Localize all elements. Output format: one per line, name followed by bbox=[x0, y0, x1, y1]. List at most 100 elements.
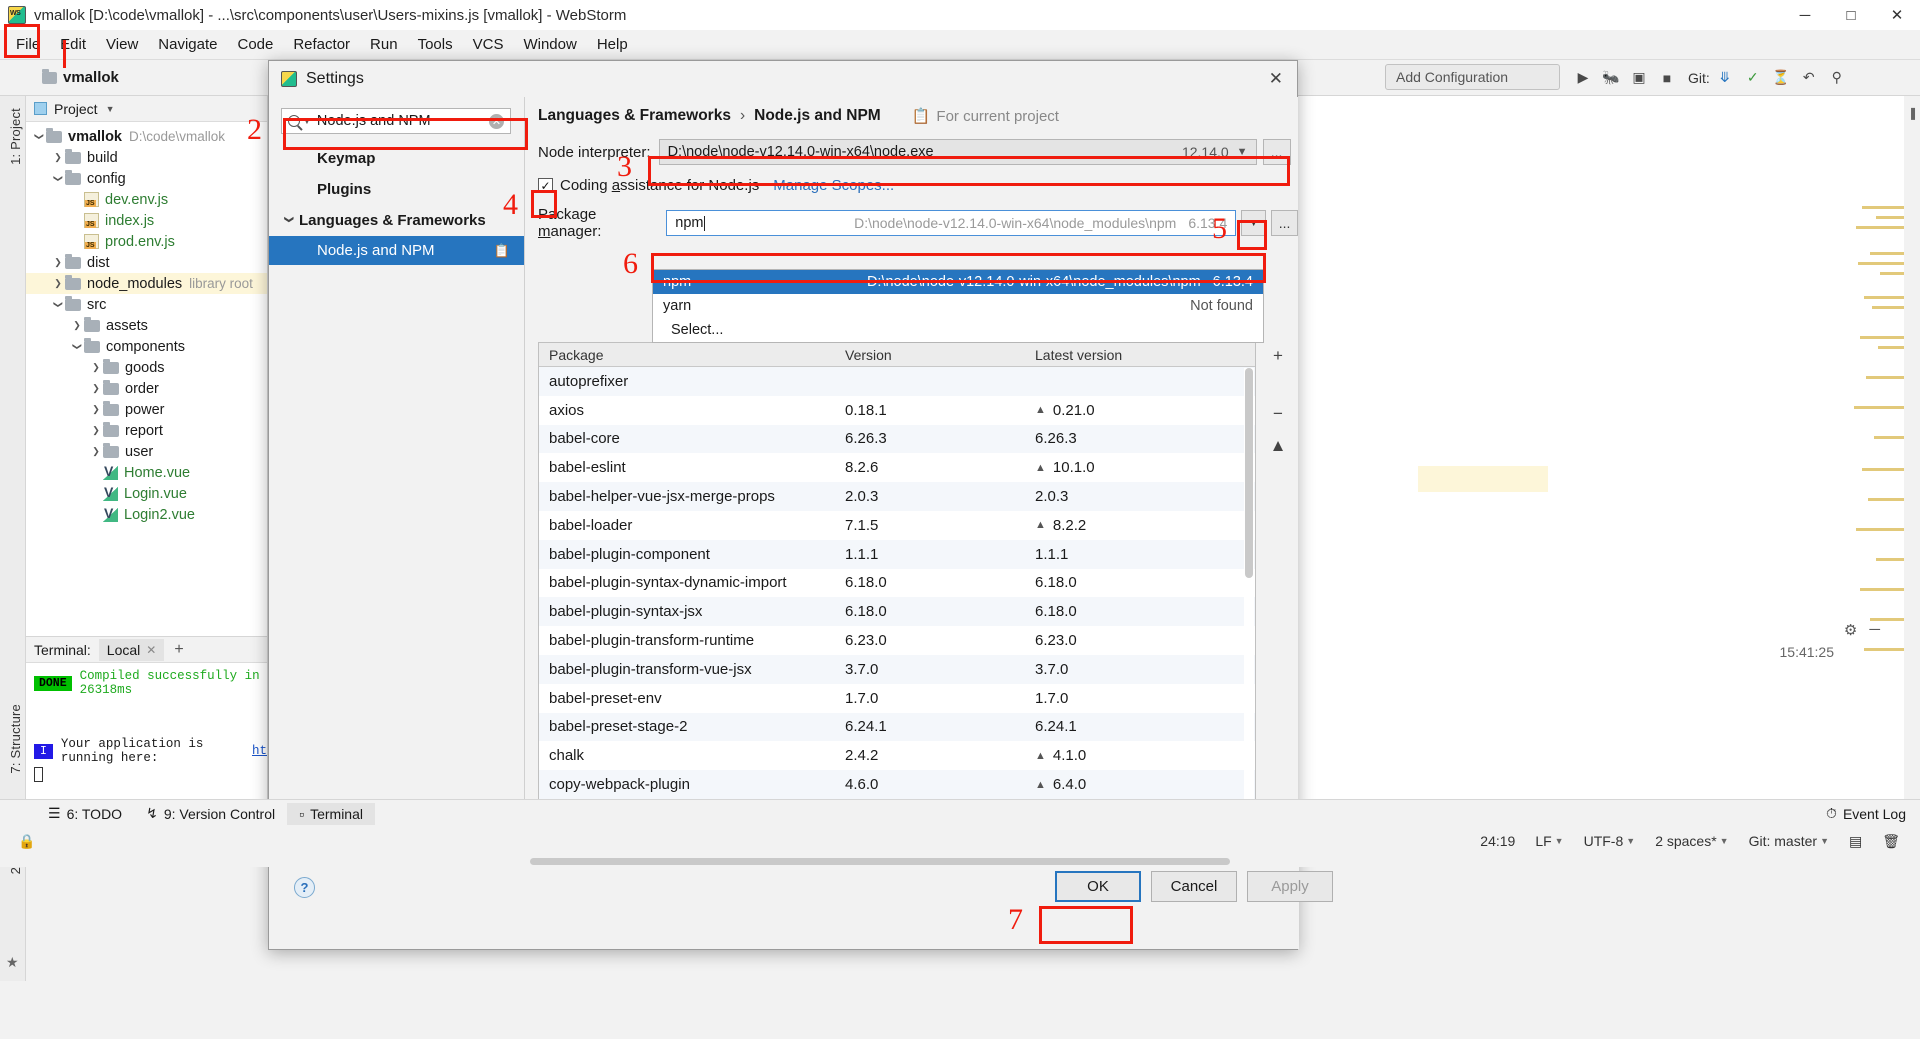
tree-node[interactable]: prod.env.js bbox=[26, 231, 267, 252]
table-row[interactable]: chalk 2.4.2 ▲ 4.1.0 bbox=[539, 741, 1255, 770]
search-everywhere-icon[interactable]: ⚲ bbox=[1824, 65, 1850, 91]
node-interpreter-browse-button[interactable]: ... bbox=[1262, 139, 1291, 165]
minimize-button[interactable]: ─ bbox=[1782, 0, 1828, 30]
project-breadcrumb[interactable]: vmallok bbox=[42, 68, 119, 86]
terminal-output[interactable]: DONE Compiled successfully in 26318ms I … bbox=[26, 663, 267, 786]
dropdown-option-yarn[interactable]: yarn Not found bbox=[653, 294, 1263, 318]
table-row[interactable]: babel-plugin-component 1.1.1 1.1.1 bbox=[539, 539, 1255, 569]
table-row[interactable]: babel-plugin-syntax-dynamic-import 6.18.0… bbox=[539, 569, 1255, 598]
menu-view[interactable]: View bbox=[96, 33, 148, 56]
menu-code[interactable]: Code bbox=[227, 33, 283, 56]
run-configuration-selector[interactable]: Add Configuration bbox=[1385, 64, 1560, 90]
table-row[interactable]: babel-plugin-transform-runtime 6.23.0 6.23… bbox=[539, 626, 1255, 655]
coverage-icon[interactable]: ▣ bbox=[1626, 65, 1652, 91]
chevron-down-icon[interactable] bbox=[51, 173, 65, 184]
debug-icon[interactable]: 🐜 bbox=[1598, 65, 1624, 91]
tree-node[interactable]: dev.env.js bbox=[26, 189, 267, 210]
remove-package-button[interactable]: − bbox=[1264, 400, 1292, 428]
gear-icon[interactable]: ⚙ bbox=[1844, 621, 1857, 639]
dropdown-option-select[interactable]: Select... bbox=[653, 318, 1263, 342]
table-row[interactable]: babel-plugin-transform-vue-jsx 3.7.0 3.7.0 bbox=[539, 654, 1255, 684]
memory-indicator-icon[interactable]: ▤ bbox=[1839, 833, 1872, 850]
file-encoding[interactable]: UTF-8 ▼ bbox=[1574, 833, 1646, 849]
chevron-right-icon[interactable] bbox=[89, 362, 103, 373]
close-button[interactable]: ✕ bbox=[1874, 0, 1920, 30]
update-project-icon[interactable]: ⤋ bbox=[1712, 65, 1738, 91]
stop-icon[interactable]: ■ bbox=[1654, 65, 1680, 91]
upgrade-package-button[interactable]: ▲ bbox=[1264, 432, 1292, 460]
horizontal-scrollbar[interactable] bbox=[0, 855, 1920, 867]
git-branch-widget[interactable]: Git: master ▼ bbox=[1739, 833, 1839, 849]
chevron-down-icon[interactable]: ❯ bbox=[283, 216, 294, 224]
maximize-button[interactable]: □ bbox=[1828, 0, 1874, 30]
bottom-tab-version-control[interactable]: ↯ 9: Version Control bbox=[134, 802, 287, 825]
tree-node[interactable]: build bbox=[26, 147, 267, 168]
chevron-down-icon[interactable] bbox=[70, 341, 84, 352]
column-header-version[interactable]: Version bbox=[835, 343, 1025, 366]
chevron-right-icon[interactable] bbox=[89, 425, 103, 436]
rail-tab-structure[interactable]: 7: Structure bbox=[4, 696, 27, 782]
undo-icon[interactable]: ↶ bbox=[1796, 65, 1822, 91]
apply-button[interactable]: Apply bbox=[1247, 871, 1333, 902]
tree-node[interactable]: Login2.vue bbox=[26, 504, 267, 525]
indent-setting[interactable]: 2 spaces* ▼ bbox=[1645, 833, 1738, 849]
add-terminal-icon[interactable]: + bbox=[164, 641, 193, 659]
project-panel-header[interactable]: Project ▼ bbox=[26, 96, 267, 122]
chevron-right-icon[interactable] bbox=[51, 152, 65, 163]
tree-node[interactable]: src bbox=[26, 294, 267, 315]
sidebar-item-keymap[interactable]: Keymap bbox=[269, 143, 524, 174]
table-row[interactable]: axios 0.18.1 ▲ 0.21.0 bbox=[539, 396, 1255, 425]
tree-node[interactable]: order bbox=[26, 378, 267, 399]
tree-node[interactable]: config bbox=[26, 168, 267, 189]
menu-vcs[interactable]: VCS bbox=[463, 33, 514, 56]
close-icon[interactable]: ✕ bbox=[1269, 69, 1283, 89]
table-row[interactable]: babel-core 6.26.3 6.26.3 bbox=[539, 424, 1255, 454]
star-icon[interactable]: ★ bbox=[6, 954, 19, 971]
menu-edit[interactable]: Edit bbox=[50, 33, 96, 56]
table-row[interactable]: babel-loader 7.1.5 ▲ 8.2.2 bbox=[539, 511, 1255, 540]
column-header-latest-version[interactable]: Latest version bbox=[1025, 343, 1255, 366]
table-row[interactable]: copy-webpack-plugin 4.6.0 ▲ 6.4.0 bbox=[539, 770, 1255, 799]
bottom-tab-todo[interactable]: ☰ 6: TODO bbox=[36, 802, 134, 825]
sidebar-item-nodejs-and-npm[interactable]: Node.js and NPM 📋 bbox=[269, 236, 524, 265]
breadcrumb-parent[interactable]: Languages & Frameworks bbox=[538, 107, 731, 125]
menu-tools[interactable]: Tools bbox=[408, 33, 463, 56]
tree-node[interactable]: user bbox=[26, 441, 267, 462]
menu-window[interactable]: Window bbox=[513, 33, 586, 56]
event-log-button[interactable]: ⏱ Event Log bbox=[1826, 805, 1906, 822]
settings-search-input[interactable]: ▼ Node.js and NPM ✕ bbox=[281, 108, 511, 134]
terminal-url-link[interactable]: ht bbox=[252, 744, 267, 758]
chevron-down-icon[interactable] bbox=[32, 131, 46, 142]
history-icon[interactable]: ⏳ bbox=[1768, 65, 1794, 91]
trash-icon[interactable]: 🗑 bbox=[1872, 833, 1910, 850]
editor-minimap[interactable] bbox=[1844, 206, 1906, 766]
tree-node[interactable]: Home.vue bbox=[26, 462, 267, 483]
dropdown-option-npm[interactable]: npm D:\node\node-v12.14.0-win-x64\node_m… bbox=[653, 270, 1263, 294]
tree-node[interactable]: goods bbox=[26, 357, 267, 378]
close-icon[interactable]: ✕ bbox=[146, 643, 156, 657]
sidebar-group-languages-frameworks[interactable]: ❯ Languages & Frameworks bbox=[269, 205, 524, 236]
chevron-down-icon[interactable] bbox=[51, 299, 65, 310]
scrollbar-thumb[interactable] bbox=[1245, 368, 1253, 578]
table-row[interactable]: babel-eslint 8.2.6 ▲ 10.1.0 bbox=[539, 453, 1255, 482]
editor-right-rail[interactable]: ❚❚ bbox=[1904, 96, 1920, 799]
chevron-right-icon[interactable] bbox=[70, 320, 84, 331]
package-manager-caret-button[interactable]: ▼ bbox=[1241, 210, 1267, 236]
column-header-package[interactable]: Package bbox=[539, 343, 835, 366]
cancel-button[interactable]: Cancel bbox=[1151, 871, 1237, 902]
chevron-down-icon[interactable]: ▼ bbox=[1237, 146, 1248, 158]
tree-node[interactable]: Login.vue bbox=[26, 483, 267, 504]
tree-node[interactable]: node_modules library root bbox=[26, 273, 267, 294]
clear-search-icon[interactable]: ✕ bbox=[489, 113, 504, 129]
menu-navigate[interactable]: Navigate bbox=[148, 33, 227, 56]
pause-icon[interactable]: ❚❚ bbox=[1908, 106, 1920, 120]
node-interpreter-field[interactable]: D:\node\node-v12.14.0-win-x64\node.exe 1… bbox=[658, 139, 1257, 165]
package-manager-browse-button[interactable]: ... bbox=[1271, 210, 1298, 236]
package-manager-dropdown[interactable]: npm D:\node\node-v12.14.0-win-x64\node_m… bbox=[652, 269, 1264, 343]
chevron-right-icon[interactable] bbox=[89, 383, 103, 394]
tree-node[interactable]: power bbox=[26, 399, 267, 420]
tree-node[interactable]: dist bbox=[26, 252, 267, 273]
commit-icon[interactable]: ✓ bbox=[1740, 65, 1766, 91]
table-row[interactable]: babel-helper-vue-jsx-merge-props 2.0.3 2.0… bbox=[539, 482, 1255, 511]
chevron-down-icon[interactable]: ▼ bbox=[106, 104, 115, 114]
